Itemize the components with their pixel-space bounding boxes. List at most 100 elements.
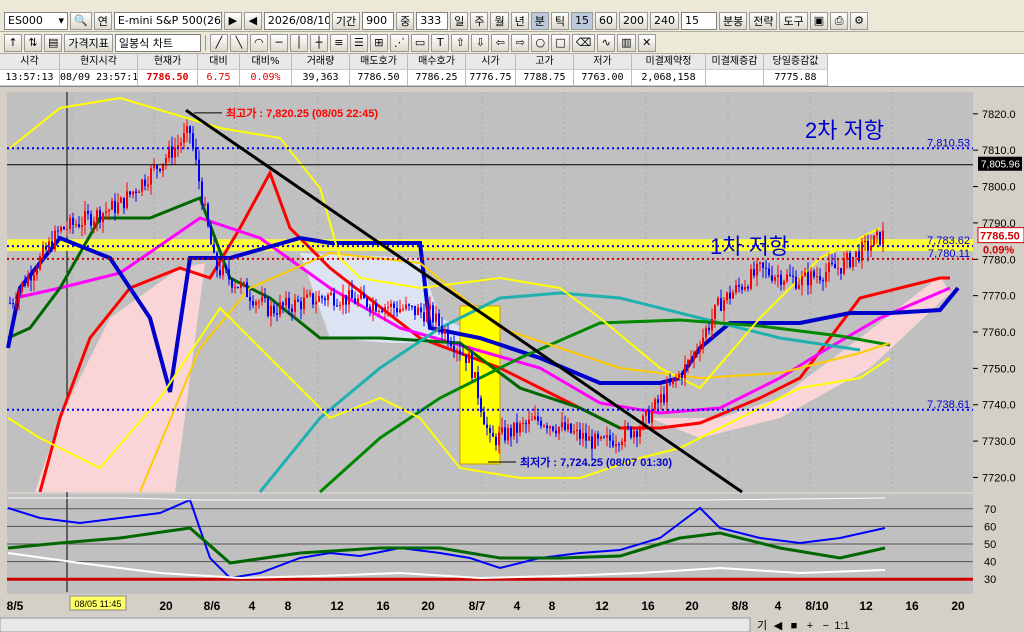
candle-body	[282, 302, 284, 306]
prev-arrow-icon[interactable]: ◀	[243, 11, 262, 30]
image-icon[interactable]: ▣	[809, 11, 829, 30]
candle-body	[675, 377, 677, 379]
hline-tool-icon[interactable]: ─	[269, 33, 288, 52]
left-marker-icon[interactable]: ⇦	[491, 33, 510, 52]
candle-body	[186, 126, 188, 134]
candle-body	[765, 267, 767, 269]
tf-month[interactable]: 월	[490, 11, 509, 30]
wave-tool-icon[interactable]: ∿	[597, 33, 616, 52]
delete-icon[interactable]: ✕	[637, 33, 656, 52]
candle-body	[222, 265, 224, 276]
double-arrow-icon[interactable]: ⇅	[24, 33, 42, 52]
line-tool-icon[interactable]: ╱	[209, 33, 228, 52]
right-marker-icon[interactable]: ⇨	[511, 33, 530, 52]
quote-value: 7788.75	[516, 70, 574, 86]
candle-body	[288, 297, 290, 309]
min-15[interactable]: 15	[570, 11, 593, 30]
down-marker-icon[interactable]: ⇩	[471, 33, 490, 52]
config-icon[interactable]: ▤	[44, 33, 63, 52]
candle-body	[216, 252, 218, 271]
candle-body	[444, 329, 446, 334]
tf-day[interactable]: 일	[450, 11, 469, 30]
price-tick: 7800.0	[982, 182, 1016, 194]
chart-type-select[interactable]: 일봉식 차트	[114, 33, 201, 52]
candle-body	[729, 292, 731, 299]
eraser-icon[interactable]: ⌫	[571, 33, 596, 52]
candle-body	[708, 327, 710, 331]
quote-value: 7786.25	[408, 70, 466, 86]
text-tool-icon[interactable]: T	[431, 33, 450, 52]
candle-body	[33, 274, 35, 281]
candle-body	[798, 285, 800, 289]
min-60[interactable]: 60	[594, 11, 617, 30]
candle-body	[741, 286, 743, 290]
tf-week[interactable]: 주	[470, 11, 489, 30]
min-200[interactable]: 200	[618, 11, 648, 30]
candle-body	[696, 351, 698, 353]
time-label: 12	[330, 599, 344, 613]
min-240[interactable]: 240	[649, 11, 679, 30]
candle-body	[618, 444, 620, 446]
fibo-tool-icon[interactable]: ☰	[349, 33, 368, 52]
candle-body	[720, 298, 722, 311]
tools-button[interactable]: 도구	[779, 11, 808, 30]
candle-body	[459, 350, 461, 354]
candle-body	[15, 301, 17, 304]
up-arrow-icon[interactable]: ↑	[4, 33, 22, 52]
vline-tool-icon[interactable]: │	[289, 33, 308, 52]
channel-tool-icon[interactable]: ≡	[329, 33, 348, 52]
candle-body	[327, 294, 329, 301]
tf-tick[interactable]: 틱	[550, 11, 569, 30]
square-tool-icon[interactable]: □	[551, 33, 570, 52]
candle-body	[822, 280, 824, 282]
circle-tool-icon[interactable]: ○	[531, 33, 550, 52]
candle-body	[462, 353, 464, 355]
candle-body	[537, 416, 539, 421]
candle-body	[585, 432, 587, 441]
link-button[interactable]: 연	[93, 11, 112, 30]
next-arrow-icon[interactable]: ▶	[223, 11, 242, 30]
trend-tool-icon[interactable]: ╲	[229, 33, 248, 52]
candle-body	[831, 262, 833, 264]
instrument-select[interactable]: E-mini S&P 500(26-09,	[113, 11, 222, 30]
up-marker-icon[interactable]: ⇧	[451, 33, 470, 52]
print-icon[interactable]: ⎙	[830, 11, 849, 30]
time-label: 8/10	[805, 599, 829, 613]
candle-body	[528, 419, 530, 425]
footer-button: ◀	[774, 620, 783, 632]
time-label: 20	[421, 599, 435, 613]
search-icon[interactable]: 🔍	[70, 11, 92, 30]
settings-icon[interactable]: ⚙	[850, 11, 869, 30]
price-chart[interactable]: 7,810.53 7,783.627,780.11 7,738.61 최고가 : 7…	[0, 88, 1024, 632]
symbol-input[interactable]: ES000 ▾	[4, 11, 68, 30]
period-input[interactable]: 900	[362, 11, 395, 30]
candle-body	[381, 311, 383, 313]
tf-year[interactable]: 년	[510, 11, 529, 30]
fan-tool-icon[interactable]: ⋰	[389, 33, 409, 52]
date-input[interactable]: 2026/08/10	[263, 11, 330, 30]
candle-body	[519, 423, 521, 433]
candle-body	[57, 230, 59, 232]
candle-body	[591, 436, 593, 449]
time-label: 12	[859, 599, 873, 613]
candle-body	[693, 352, 695, 360]
candle-body	[393, 303, 395, 308]
chart-icon[interactable]: ▥	[617, 33, 636, 52]
strategy-button[interactable]: 전략	[749, 11, 778, 30]
count-input[interactable]: 333	[416, 11, 449, 30]
cross-tool-icon[interactable]: ┼	[309, 33, 328, 52]
minute-select[interactable]: 15	[680, 11, 717, 30]
gann-tool-icon[interactable]: ⊞	[369, 33, 388, 52]
arc-tool-icon[interactable]: ◠	[249, 33, 268, 52]
candle-body	[159, 168, 161, 171]
candle-body	[687, 360, 689, 364]
candle-body	[873, 235, 875, 246]
rect-tool-icon[interactable]: ▭	[410, 33, 430, 52]
time-label: 8/7	[469, 599, 486, 613]
candle-body	[492, 432, 494, 437]
time-label: 8/6	[204, 599, 221, 613]
indicator-button[interactable]: 가격지표	[64, 33, 113, 52]
candle-body	[768, 268, 770, 276]
basic-check[interactable]: 분봉	[718, 11, 748, 30]
tf-minute[interactable]: 분	[530, 11, 549, 30]
